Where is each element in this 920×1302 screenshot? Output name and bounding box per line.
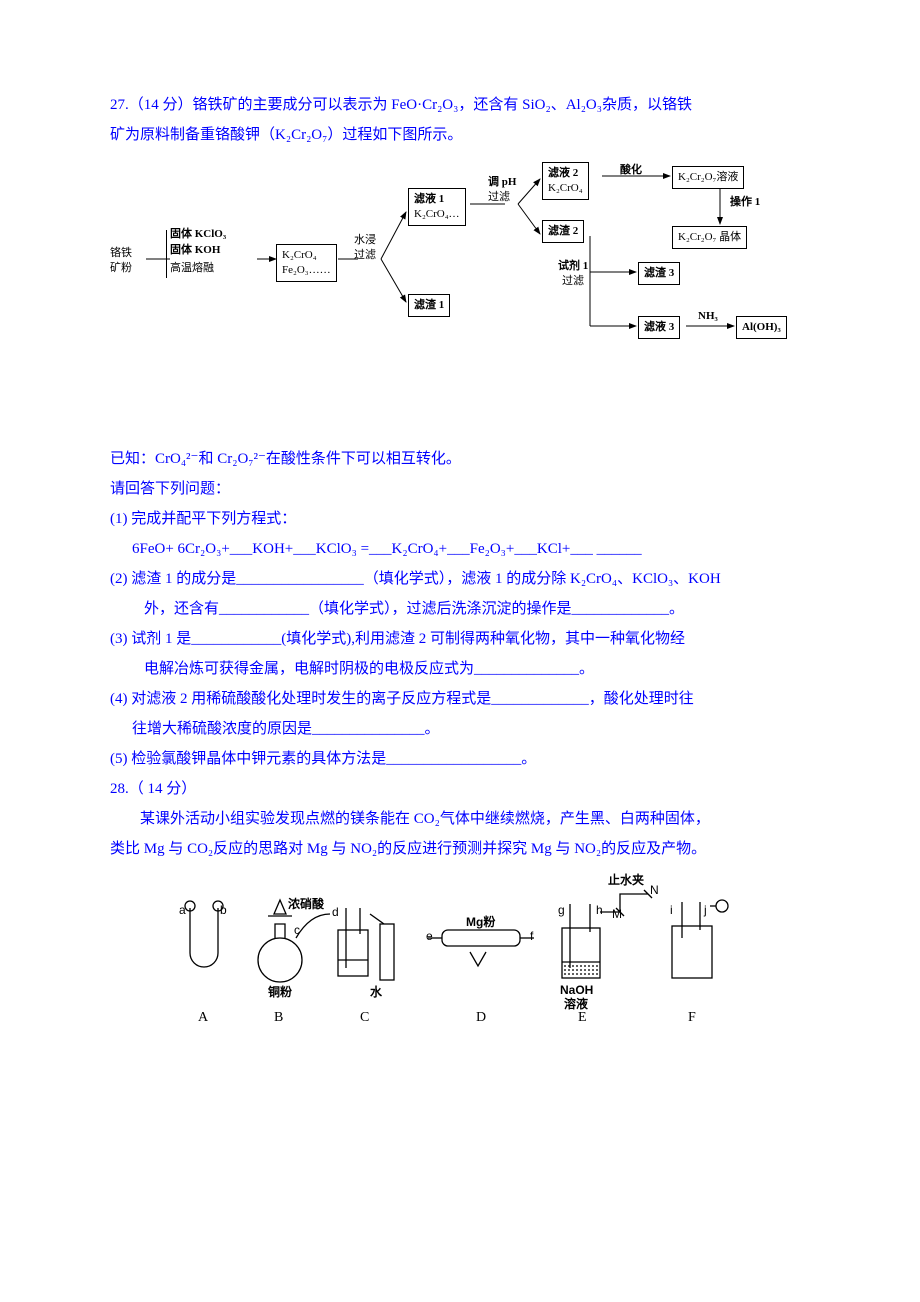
d-fz3: 滤渣 3 [638, 262, 680, 285]
q27-prompt: 请回答下列问题： [110, 474, 810, 504]
q27-p4b: 往增大稀硫酸浓度的原因是_______________。 [110, 714, 810, 744]
ap-label-A: A [198, 1004, 208, 1032]
q27-line2: 矿为原料制备重铬酸钾（K₂Cr₂O₇）过程如下图所示。 [110, 120, 810, 150]
ap-g: g [558, 898, 565, 922]
ap-M: M [612, 902, 622, 926]
ap-h: h [596, 898, 603, 922]
q27-p3b: 电解冶炼可获得金属，电解时阴极的电极反应式为______________。 [110, 654, 810, 684]
ap-label-F: F [688, 1004, 696, 1032]
d-r1a: 试剂 1 [558, 260, 588, 273]
ap-label-E: E [578, 1004, 587, 1032]
ap-j: j [704, 898, 707, 922]
flow-diagram: 铬铁 矿粉 固体 KClO₃ 固体 KOH 高温熔融 K₂CrO₄ Fe₂O₃…… [110, 154, 810, 354]
ap-label-C: C [360, 1004, 369, 1032]
d-fl2t: 滤液 2 [548, 166, 583, 181]
d-op1: 水浸 [354, 234, 376, 247]
q27-p2b: 外，还含有____________（填化学式），过滤后洗涤沉淀的操作是_____… [110, 594, 810, 624]
d-in2: 矿粉 [110, 261, 132, 276]
d-r1b: 过滤 [562, 275, 584, 288]
ap-clamp: 止水夹 [608, 868, 644, 892]
d-fl1: 滤液 1 [414, 192, 460, 207]
ap-hno3: 浓硝酸 [288, 892, 324, 916]
apparatus-figure: a b c d e f g h i j M N 浓硝酸 铜粉 水 Mg粉 NaO… [170, 868, 750, 1028]
d-acid: 酸化 [620, 164, 642, 177]
d-fl1a: K₂CrO₄… [414, 207, 460, 222]
ap-cu: 铜粉 [268, 980, 292, 1004]
ap-e: e [426, 924, 433, 948]
d-add3: 高温熔融 [170, 262, 214, 275]
d-fl3: 滤液 3 [638, 316, 680, 339]
ap-f: f [530, 924, 533, 948]
q27-known: 已知：CrO₄²⁻和 Cr₂O₇²⁻在酸性条件下可以相互转化。 [110, 444, 810, 474]
d-add2: 固体 KOH [170, 244, 220, 257]
d-ph2: 过滤 [488, 191, 510, 204]
d-fz1: 滤渣 1 [408, 294, 450, 317]
d-op2: 过滤 [354, 249, 376, 262]
ap-label-B: B [274, 1004, 283, 1032]
ap-water: 水 [370, 980, 382, 1004]
q27-p1eq: 6FeO+ 6Cr₂O₃+___KOH+___KClO₃ =___K₂CrO₄+… [110, 534, 810, 564]
q27-p5: (5) 检验氯酸钾晶体中钾元素的具体方法是__________________。 [110, 744, 810, 774]
d-in1: 铬铁 [110, 246, 132, 261]
d-mid1a: K₂CrO₄ [282, 248, 331, 263]
ap-b: b [220, 898, 227, 922]
d-aloh: Al(OH)₃ [736, 316, 787, 339]
d-mid1b: Fe₂O₃…… [282, 263, 331, 278]
ap-N: N [650, 878, 659, 902]
q27-p1: (1) 完成并配平下列方程式： [110, 504, 810, 534]
d-fl2a: K₂CrO₄ [548, 181, 583, 196]
ap-a: a [179, 898, 186, 922]
q27-p3a: (3) 试剂 1 是____________(填化学式),利用滤渣 2 可制得两… [110, 624, 810, 654]
ap-mg: Mg粉 [466, 910, 495, 934]
q27-p2a: (2) 滤渣 1 的成分是_________________（填化学式），滤液 … [110, 564, 810, 594]
d-fz2: 滤渣 2 [542, 220, 584, 243]
ap-d: d [332, 900, 339, 924]
d-nh3: NH₃ [698, 310, 718, 323]
ap-i: i [670, 898, 673, 922]
q28-l1: 某课外活动小组实验发现点燃的镁条能在 CO₂气体中继续燃烧，产生黑、白两种固体， [110, 804, 810, 834]
d-add1: 固体 KClO₃ [170, 228, 226, 241]
q28-head: 28.（ 14 分） [110, 774, 810, 804]
d-op3: 操作 1 [730, 196, 760, 209]
ap-c: c [294, 918, 300, 942]
q27-line1: 27.（14 分）铬铁矿的主要成分可以表示为 FeO·Cr₂O₃，还含有 SiO… [110, 90, 810, 120]
d-sol: K₂Cr₂O₇溶液 [672, 166, 744, 189]
d-ph1: 调 pH [488, 176, 516, 189]
q28-l2: 类比 Mg 与 CO₂反应的思路对 Mg 与 NO₂的反应进行预测并探究 Mg … [110, 834, 810, 864]
d-cry: K₂Cr₂O₇ 晶体 [672, 226, 747, 249]
ap-label-D: D [476, 1004, 486, 1032]
q27-p4a: (4) 对滤液 2 用稀硫酸酸化处理时发生的离子反应方程式是__________… [110, 684, 810, 714]
